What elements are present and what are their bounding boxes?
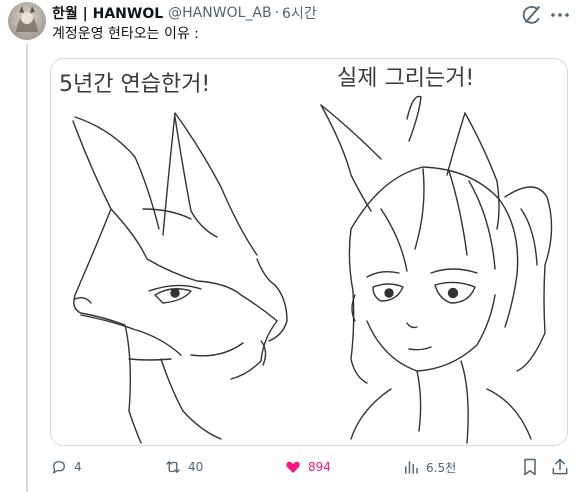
media-image[interactable]: 5년간 연습한거! 실제 그리는거! — [50, 58, 568, 446]
views-button[interactable]: 6.5천 — [402, 454, 456, 480]
retweet-icon — [166, 461, 180, 473]
tweet-header: 한월 | HANWOL @HANWOL_AB · 6시간 — [52, 3, 317, 23]
views-icon — [405, 461, 418, 474]
reply-count: 4 — [74, 460, 82, 474]
thread-line — [26, 44, 28, 492]
reply-button[interactable]: 4 — [50, 454, 82, 480]
reply-icon — [53, 461, 65, 474]
avatar-image — [16, 6, 38, 32]
user-handle[interactable]: @HANWOL_AB — [168, 5, 271, 21]
more-options-icon[interactable] — [548, 3, 572, 27]
retweet-count: 40 — [188, 460, 204, 474]
bookmark-icon[interactable] — [520, 457, 540, 477]
right-caption: 실제 그리는거! — [337, 66, 474, 91]
tweet[interactable]: 한월 | HANWOL @HANWOL_AB · 6시간 계정운영 현타오는 이… — [0, 0, 584, 492]
grok-icon[interactable] — [520, 3, 544, 27]
timestamp[interactable]: 6시간 — [282, 3, 317, 23]
tweet-text: 계정운영 현타오는 이유 : — [52, 26, 199, 42]
avatar[interactable] — [8, 2, 46, 40]
like-count: 894 — [308, 460, 331, 474]
share-icon[interactable] — [550, 457, 570, 477]
heart-icon — [286, 461, 300, 473]
retweet-button[interactable]: 40 — [164, 454, 203, 480]
action-bar: 4 40 894 6.5천 — [50, 454, 570, 480]
sketch-image: 5년간 연습한거! 실제 그리는거! — [51, 59, 567, 445]
separator-dot: · — [274, 5, 280, 21]
like-button[interactable]: 894 — [284, 454, 331, 480]
left-caption: 5년간 연습한거! — [59, 72, 210, 97]
views-count: 6.5천 — [426, 460, 457, 475]
display-name[interactable]: 한월 | HANWOL — [52, 3, 163, 23]
